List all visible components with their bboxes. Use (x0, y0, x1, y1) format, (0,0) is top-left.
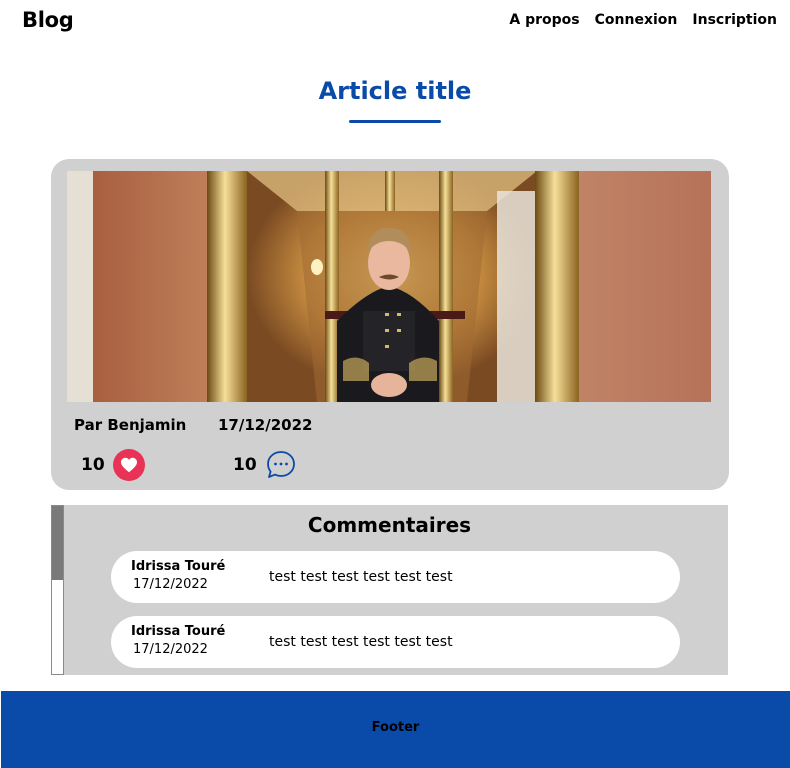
likes-count: 10 (81, 455, 105, 475)
article-author: Par Benjamin (74, 416, 187, 434)
footer-text: Footer (371, 720, 420, 735)
article-card: Par Benjamin 17/12/2022 10 10 (51, 159, 729, 490)
comment-date: 17/12/2022 (133, 577, 208, 592)
heart-icon (120, 457, 137, 473)
comments-stat: 10 (233, 449, 297, 481)
comment-author: Idrissa Touré (131, 624, 226, 639)
comments-title: Commentaires (307, 513, 472, 537)
comment-item: Idrissa Touré 17/12/2022 test test test … (111, 616, 680, 668)
main-nav: A propos Connexion Inscription (509, 12, 777, 28)
site-logo[interactable]: Blog (22, 8, 74, 32)
comment-author: Idrissa Touré (131, 559, 226, 574)
like-button[interactable] (112, 449, 145, 481)
site-footer: Footer (1, 691, 790, 768)
likes-stat: 10 (81, 449, 145, 481)
nav-link-connexion[interactable]: Connexion (595, 12, 678, 28)
article-title: Article title (318, 77, 472, 105)
comments-section: Commentaires Idrissa Touré 17/12/2022 te… (51, 505, 728, 675)
comment-text: test test test test test test (269, 569, 453, 585)
article-date: 17/12/2022 (218, 416, 313, 434)
comment-bubble-icon (266, 451, 295, 478)
article-image (67, 171, 711, 402)
site-header: Blog A propos Connexion Inscription (0, 0, 790, 44)
comment-text: test test test test test test (269, 634, 453, 650)
comment-item: Idrissa Touré 17/12/2022 test test test … (111, 551, 680, 603)
comment-date: 17/12/2022 (133, 642, 208, 657)
comments-count: 10 (233, 455, 257, 475)
nav-link-inscription[interactable]: Inscription (692, 12, 777, 28)
title-underline (349, 120, 441, 123)
nav-link-a-propos[interactable]: A propos (509, 12, 579, 28)
comment-button[interactable] (265, 449, 297, 481)
